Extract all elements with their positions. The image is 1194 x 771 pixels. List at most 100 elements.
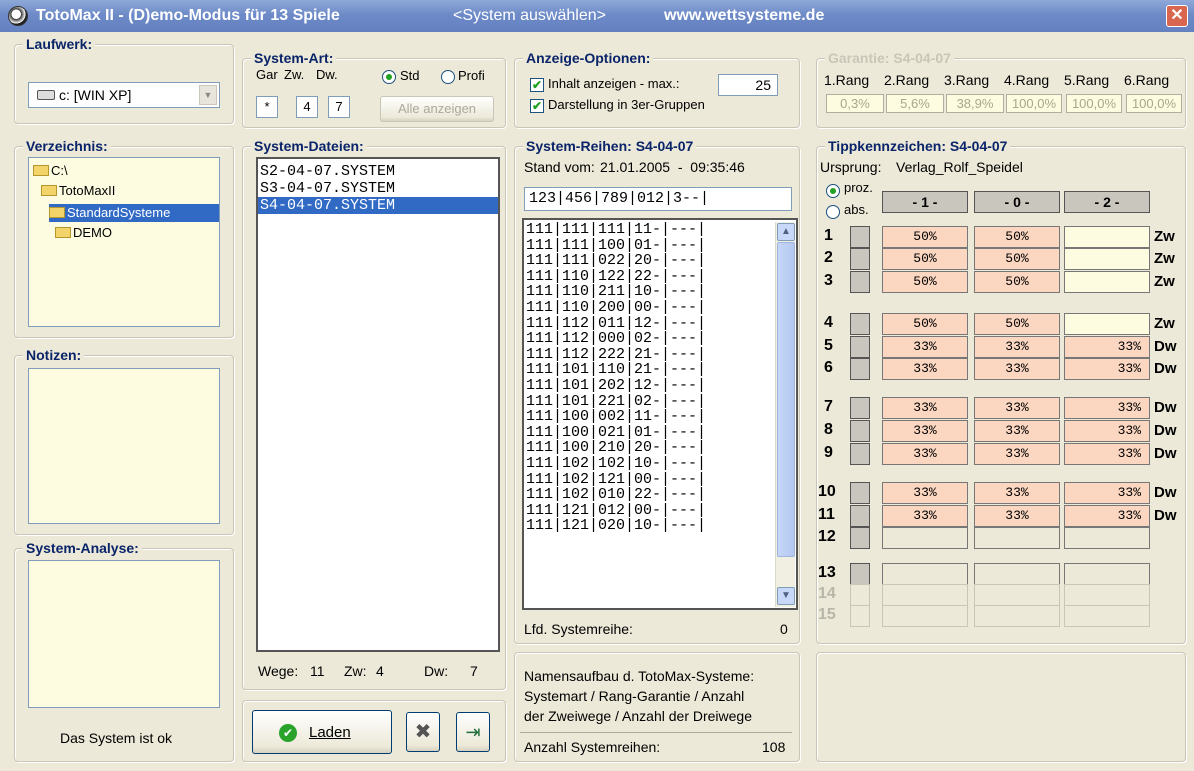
laden-button[interactable]: ✔ Laden bbox=[252, 710, 392, 754]
spiel-marker[interactable] bbox=[850, 563, 870, 585]
system-row[interactable]: 111|101|110|21-|---| bbox=[526, 362, 774, 378]
radio-std[interactable] bbox=[382, 70, 396, 84]
tree-item-root[interactable]: C:\ bbox=[33, 162, 68, 180]
system-row[interactable]: 111|111|100|01-|---| bbox=[526, 237, 774, 254]
tipp-cell[interactable]: 33% bbox=[882, 397, 968, 419]
system-row[interactable]: 111|110|122|22-|---| bbox=[526, 269, 774, 285]
tipp-cell[interactable] bbox=[882, 563, 968, 585]
system-row[interactable]: 111|102|010|22-|---| bbox=[526, 487, 774, 503]
max-input[interactable]: 25 bbox=[718, 74, 778, 96]
system-row[interactable]: 111|100|021|01-|---| bbox=[526, 425, 774, 441]
spiel-marker[interactable] bbox=[850, 397, 870, 419]
tipp-cell[interactable]: 50% bbox=[974, 271, 1060, 293]
tipp-cell[interactable]: 33% bbox=[974, 505, 1060, 527]
spiel-marker[interactable] bbox=[850, 248, 870, 270]
tipp-cell[interactable] bbox=[1064, 584, 1150, 606]
close-button[interactable]: ✕ bbox=[1166, 5, 1188, 27]
spiel-marker[interactable] bbox=[850, 226, 870, 248]
spiel-marker[interactable] bbox=[850, 527, 870, 549]
directory-tree[interactable]: C:\ TotoMaxII StandardSysteme DEMO bbox=[28, 157, 220, 327]
tipp-cell[interactable] bbox=[974, 563, 1060, 585]
spiel-marker[interactable] bbox=[850, 271, 870, 293]
tipp-cell[interactable]: 33% bbox=[974, 397, 1060, 419]
system-row[interactable]: 111|100|210|20-|---| bbox=[526, 440, 774, 456]
radio-abs[interactable] bbox=[826, 205, 840, 219]
tipp-cell[interactable] bbox=[1064, 248, 1150, 270]
system-row[interactable]: 111|102|102|10-|---| bbox=[526, 456, 774, 472]
inhalt-checkbox[interactable]: ✔ bbox=[530, 78, 544, 92]
tipp-cell[interactable] bbox=[1064, 605, 1150, 627]
tipp-cell[interactable]: 33% bbox=[882, 482, 968, 504]
tipp-cell[interactable]: 33% bbox=[1064, 482, 1150, 504]
gruppen-checkbox[interactable]: ✔ bbox=[530, 99, 544, 113]
scroll-thumb[interactable] bbox=[777, 242, 795, 557]
tree-item-standardsysteme[interactable]: StandardSysteme bbox=[49, 204, 219, 222]
tipp-cell[interactable]: 33% bbox=[882, 358, 968, 380]
spiel-marker[interactable] bbox=[850, 605, 870, 627]
file-item[interactable]: S3-04-07.SYSTEM bbox=[260, 180, 395, 197]
system-row[interactable]: 111|101|202|12-|---| bbox=[526, 378, 774, 394]
tipp-cell[interactable]: 33% bbox=[1064, 505, 1150, 527]
system-row[interactable]: 111|102|121|00-|---| bbox=[526, 471, 774, 488]
tipp-cell[interactable]: 33% bbox=[1064, 358, 1150, 380]
tipp-cell[interactable] bbox=[882, 527, 968, 549]
delete-button[interactable]: ✖ bbox=[406, 712, 440, 752]
tipp-cell[interactable]: 50% bbox=[882, 248, 968, 270]
tipp-cell[interactable]: 33% bbox=[882, 336, 968, 358]
tipp-cell[interactable] bbox=[1064, 563, 1150, 585]
tipp-cell[interactable] bbox=[1064, 527, 1150, 549]
tipp-cell[interactable]: 33% bbox=[882, 420, 968, 442]
tipp-cell[interactable]: 33% bbox=[974, 443, 1060, 465]
system-row[interactable]: 111|112|011|12-|---| bbox=[526, 315, 774, 332]
tipp-cell[interactable] bbox=[974, 584, 1060, 606]
system-row[interactable]: 111|110|200|00-|---| bbox=[526, 300, 774, 316]
reihen-scrollbar[interactable]: ▲ ▼ bbox=[775, 222, 795, 607]
tipp-cell[interactable]: 50% bbox=[882, 313, 968, 335]
tipp-cell[interactable] bbox=[882, 584, 968, 606]
spiel-marker[interactable] bbox=[850, 358, 870, 380]
tipp-cell[interactable] bbox=[974, 605, 1060, 627]
system-row[interactable]: 111|111|111|11-|---| bbox=[526, 222, 774, 238]
zw-field[interactable]: 4 bbox=[296, 96, 318, 118]
tipp-cell[interactable]: 33% bbox=[974, 336, 1060, 358]
file-list[interactable]: S2-04-07.SYSTEM S3-04-07.SYSTEM S4-04-07… bbox=[256, 157, 500, 652]
spiel-marker[interactable] bbox=[850, 482, 870, 504]
scroll-up-icon[interactable]: ▲ bbox=[777, 223, 795, 241]
file-item[interactable]: S2-04-07.SYSTEM bbox=[260, 163, 395, 180]
system-row[interactable]: 111|112|000|02-|---| bbox=[526, 331, 774, 347]
tipp-cell[interactable]: 33% bbox=[974, 420, 1060, 442]
gar-field[interactable]: * bbox=[256, 96, 278, 118]
tree-item-demo[interactable]: DEMO bbox=[55, 224, 112, 242]
tipp-cell[interactable]: 33% bbox=[974, 482, 1060, 504]
tipp-cell[interactable]: 33% bbox=[1064, 443, 1150, 465]
radio-profi[interactable] bbox=[441, 70, 455, 84]
tipp-cell[interactable]: 33% bbox=[1064, 420, 1150, 442]
tipp-cell[interactable] bbox=[1064, 313, 1150, 335]
system-row[interactable]: 111|101|221|02-|---| bbox=[526, 393, 774, 410]
tipp-cell[interactable]: 50% bbox=[974, 313, 1060, 335]
spiel-marker[interactable] bbox=[850, 336, 870, 358]
spiel-marker[interactable] bbox=[850, 584, 870, 606]
file-item-selected[interactable]: S4-04-07.SYSTEM bbox=[258, 197, 498, 214]
tipp-cell[interactable]: 50% bbox=[974, 226, 1060, 248]
system-row[interactable]: 111|110|211|10-|---| bbox=[526, 284, 774, 300]
drive-select[interactable]: c: [WIN XP] ▼ bbox=[28, 82, 220, 108]
system-row[interactable]: 111|112|222|21-|---| bbox=[526, 347, 774, 363]
system-row[interactable]: 111|100|002|11-|---| bbox=[526, 409, 774, 425]
scroll-down-icon[interactable]: ▼ bbox=[777, 587, 795, 605]
tipp-cell[interactable]: 50% bbox=[882, 226, 968, 248]
tipp-cell[interactable] bbox=[1064, 226, 1150, 248]
spiel-marker[interactable] bbox=[850, 505, 870, 527]
tipp-cell[interactable] bbox=[882, 605, 968, 627]
chevron-down-icon[interactable]: ▼ bbox=[199, 85, 217, 105]
tipp-cell[interactable]: 33% bbox=[974, 358, 1060, 380]
system-row[interactable]: 111|121|012|00-|---| bbox=[526, 503, 774, 519]
tipp-cell[interactable]: 33% bbox=[1064, 336, 1150, 358]
spiel-marker[interactable] bbox=[850, 313, 870, 335]
tree-item-totomax[interactable]: TotoMaxII bbox=[41, 182, 115, 200]
tipp-cell[interactable]: 50% bbox=[882, 271, 968, 293]
notizen-textarea[interactable] bbox=[28, 368, 220, 524]
tipp-cell[interactable] bbox=[974, 527, 1060, 549]
spiel-marker[interactable] bbox=[850, 420, 870, 442]
tipp-cell[interactable]: 33% bbox=[882, 443, 968, 465]
